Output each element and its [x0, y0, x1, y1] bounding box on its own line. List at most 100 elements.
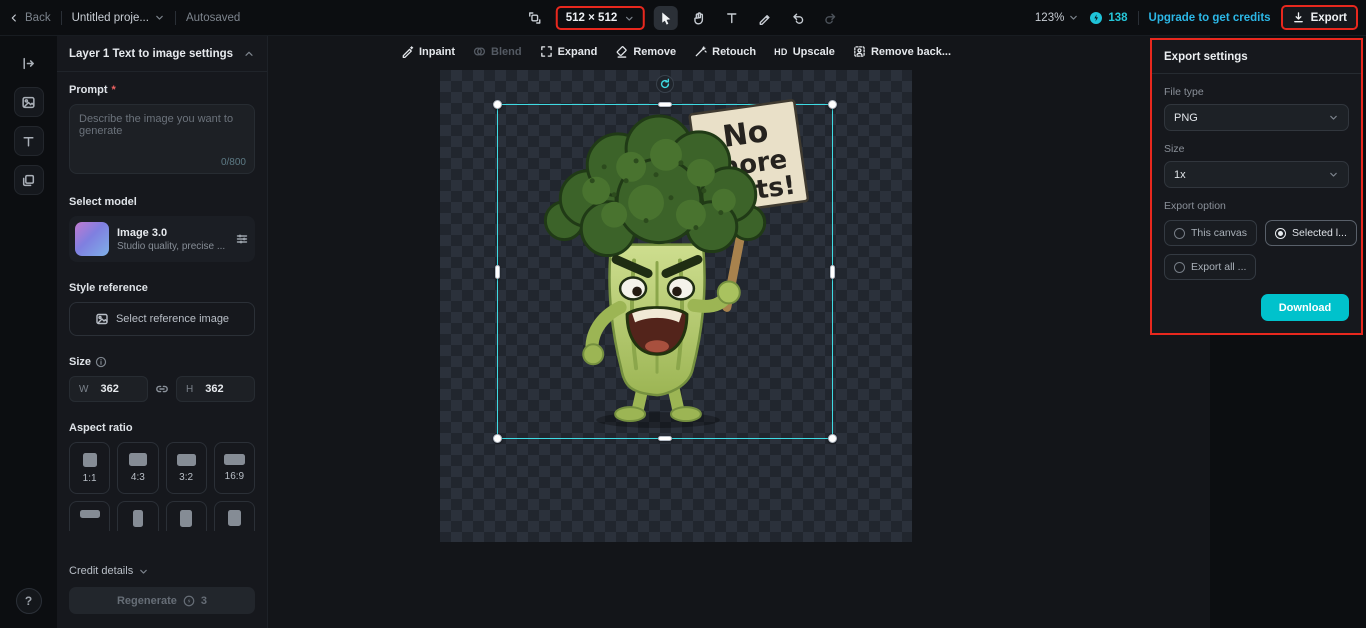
divider [174, 10, 176, 25]
hand-icon [694, 12, 704, 25]
text-tool-button[interactable] [720, 6, 744, 30]
option-this-canvas[interactable]: This canvas [1164, 220, 1258, 246]
hd-upscale-button[interactable]: HD Upscale [774, 46, 835, 58]
draw-tool-button[interactable] [753, 6, 777, 30]
remove-background-button[interactable]: Remove back... [853, 45, 951, 58]
select-reference-image-button[interactable]: Select reference image [69, 302, 255, 336]
prompt-box: 0/800 [69, 104, 255, 174]
generated-image-broccoli[interactable]: No more diets! [496, 99, 832, 438]
blend-button[interactable]: Blend [473, 45, 522, 58]
file-type-label: File type [1164, 86, 1204, 98]
panel-expand-button[interactable] [14, 48, 44, 78]
export-size-select[interactable]: 1x [1164, 161, 1349, 188]
width-field[interactable]: W 362 [69, 376, 148, 402]
resize-handle-nw[interactable] [493, 100, 502, 109]
aspect-ratio-tile-partial[interactable] [117, 501, 159, 531]
export-settings-panel: Export settings File type PNG Size 1x Ex… [1150, 38, 1363, 335]
model-name: Image 3.0 [117, 226, 168, 239]
canvas-toolbar: Inpaint Blend Expand Remove Retouch HD U… [401, 45, 951, 58]
radio-icon [1275, 227, 1287, 239]
aspect-ratio-tile-16-9[interactable]: 16:9 [213, 442, 255, 494]
redo-button[interactable] [819, 6, 843, 30]
resize-handle-sw[interactable] [493, 434, 502, 443]
eraser-icon [617, 46, 628, 58]
text-layer-button[interactable] [13, 126, 44, 156]
inpaint-button[interactable]: Inpaint [401, 45, 455, 58]
back-button[interactable]: Back [8, 12, 51, 24]
option-selected-layer[interactable]: Selected l... [1265, 220, 1357, 246]
aspect-ratio-tile-partial[interactable] [213, 501, 255, 531]
export-option-label: Export option [1164, 200, 1226, 212]
file-type-select[interactable]: PNG [1164, 104, 1349, 131]
selection-box[interactable]: No more diets! [493, 75, 837, 443]
hand-tool-button[interactable] [687, 6, 711, 30]
credits-badge[interactable]: 138 [1089, 11, 1128, 25]
back-label: Back [25, 11, 51, 24]
resize-handle-n[interactable] [658, 102, 672, 107]
rotate-handle[interactable] [656, 75, 674, 93]
size-row: W 362 H 362 [69, 376, 255, 402]
resize-handle-e[interactable] [830, 264, 835, 279]
blend-icon [473, 47, 486, 56]
download-button[interactable]: Download [1261, 294, 1349, 321]
zoom-dropdown[interactable]: 123% [1035, 12, 1079, 24]
undo-icon [793, 13, 804, 24]
hd-badge: HD [774, 46, 788, 57]
remove-button[interactable]: Remove [615, 45, 676, 58]
panel-open-icon [23, 57, 34, 69]
option-export-all[interactable]: Export all ... [1164, 254, 1257, 280]
aspect-ratio-tile-4-3[interactable]: 4:3 [117, 442, 159, 494]
canvas-size-value: 512 × 512 [565, 12, 618, 24]
layers-button[interactable] [13, 165, 44, 195]
undo-button[interactable] [786, 6, 810, 30]
aspect-ratio-label: Aspect ratio [69, 422, 133, 434]
resize-handle-se[interactable] [828, 434, 837, 443]
resize-canvas-icon[interactable] [523, 6, 547, 30]
resize-handle-s[interactable] [658, 436, 672, 441]
regenerate-button[interactable]: Regenerate 3 [69, 587, 255, 614]
image-tool-button[interactable] [13, 87, 44, 117]
model-card[interactable]: Image 3.0 Studio quality, precise ... [69, 216, 255, 262]
retouch-button[interactable]: Retouch [694, 45, 756, 58]
expand-button[interactable]: Expand [540, 45, 597, 58]
radio-icon [1174, 261, 1185, 273]
resize-handle-ne[interactable] [828, 100, 837, 109]
prompt-input[interactable] [79, 113, 245, 157]
height-value: 362 [205, 383, 224, 395]
project-name-menu[interactable]: Untitled proje... [72, 12, 165, 24]
model-settings-button[interactable] [235, 232, 249, 246]
chain-link-icon [156, 385, 168, 393]
canvas-area[interactable]: Inpaint Blend Expand Remove Retouch HD U… [268, 36, 1210, 628]
select-tool-button[interactable] [654, 6, 679, 30]
ratio-glyph [132, 510, 143, 527]
aspect-ratio-tile-partial[interactable] [69, 501, 111, 531]
chevron-left-icon [11, 13, 16, 22]
autosaved-status: Autosaved [185, 11, 241, 24]
text-icon [727, 13, 737, 24]
canvas-size-dropdown[interactable]: 512 × 512 [558, 8, 643, 28]
chevron-down-icon [1330, 172, 1337, 177]
export-label: Export [1310, 11, 1347, 24]
chevron-up-icon[interactable] [243, 48, 255, 60]
divider [1137, 10, 1139, 25]
image-placeholder-icon [96, 313, 108, 325]
chevron-down-icon [156, 15, 163, 20]
redo-icon [825, 13, 836, 24]
height-field[interactable]: H 362 [176, 376, 255, 402]
expand-icon [540, 46, 552, 57]
aspect-ratio-tile-3-2[interactable]: 3:2 [165, 442, 207, 494]
export-button[interactable]: Export [1282, 7, 1356, 28]
model-thumbnail [75, 222, 109, 256]
left-rail: ? [0, 36, 57, 628]
aspect-ratio-tile-1-1[interactable]: 1:1 [69, 442, 111, 494]
export-option-row-1: This canvas Selected l... [1164, 220, 1357, 246]
resize-handle-w[interactable] [495, 264, 500, 279]
upgrade-link[interactable]: Upgrade to get credits [1149, 12, 1271, 24]
help-button[interactable]: ? [15, 588, 42, 614]
aspect-ratio-tile-partial[interactable] [165, 501, 207, 531]
export-settings-title: Export settings [1152, 47, 1361, 74]
link-dimensions-button[interactable] [155, 382, 169, 396]
info-icon [95, 356, 107, 368]
credit-details-toggle[interactable]: Credit details [69, 565, 255, 577]
zoom-value: 123% [1034, 11, 1065, 24]
